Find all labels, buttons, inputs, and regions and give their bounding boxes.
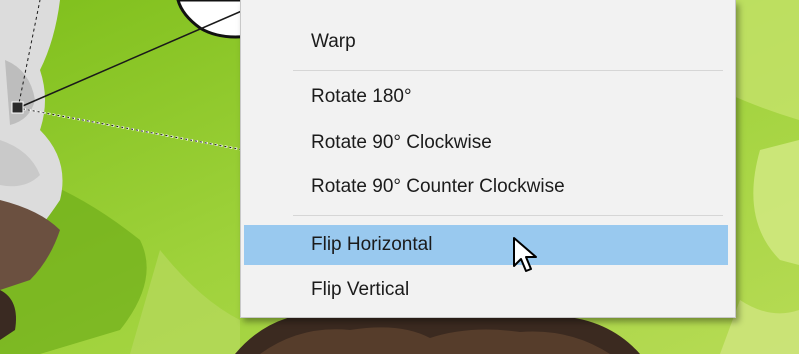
menu-item-rotate-180[interactable]: Rotate 180° <box>244 77 728 117</box>
menu-separator <box>293 70 723 71</box>
menu-item-flip-vertical[interactable]: Flip Vertical <box>244 270 728 310</box>
menu-item-rotate-90-ccw[interactable]: Rotate 90° Counter Clockwise <box>244 167 728 207</box>
menu-item-flip-horizontal[interactable]: Flip Horizontal <box>244 225 728 265</box>
menu-item-warp[interactable]: Warp <box>244 22 728 62</box>
mouse-pointer-icon <box>512 236 542 281</box>
context-menu: Warp Rotate 180° Rotate 90° Clockwise Ro… <box>240 0 736 318</box>
menu-item-rotate-90-cw[interactable]: Rotate 90° Clockwise <box>244 123 728 163</box>
menu-separator <box>293 215 723 216</box>
transform-handle <box>11 101 24 114</box>
